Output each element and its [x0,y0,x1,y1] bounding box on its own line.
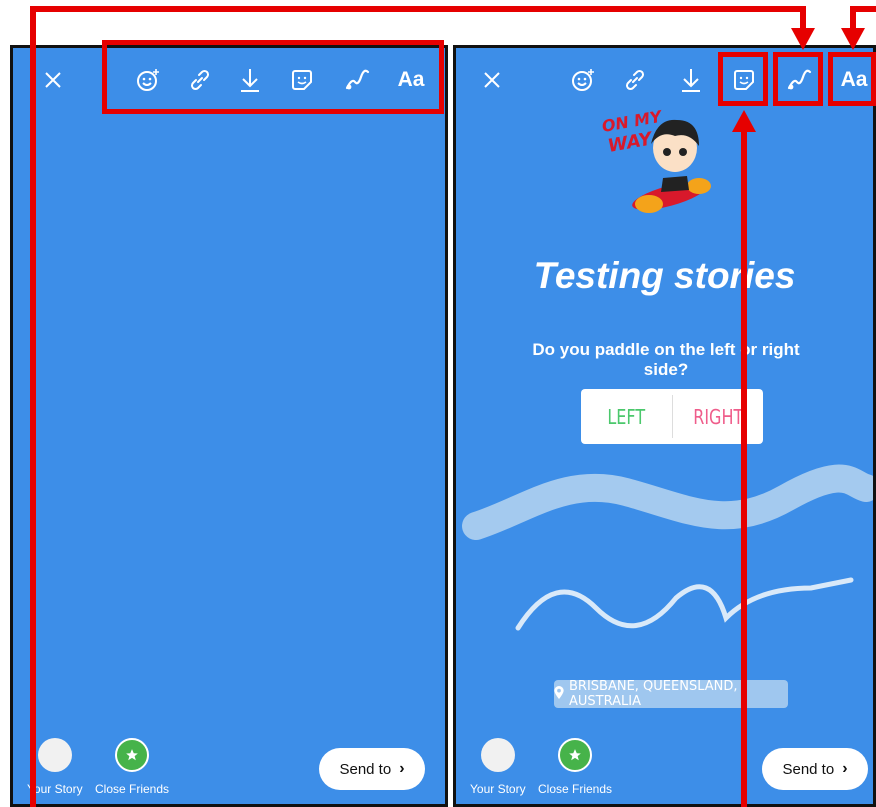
your-story-label: Your Story [470,782,526,796]
link-icon[interactable] [620,68,650,92]
annotation-line [741,130,747,807]
star-icon [558,738,593,772]
chevron-right-icon: › [399,760,405,777]
location-label: BRISBANE, QUEENSLAND, AUSTRALIA [569,679,738,709]
story-editor-empty: Aa Your Story Close Friends Send to › [10,45,448,807]
annotation-line [30,6,36,807]
close-icon[interactable] [480,68,504,92]
on-my-way-sticker[interactable]: ON MY WAY [591,106,721,226]
star-icon [115,738,150,772]
highlight-left-toolbar [102,40,444,114]
highlight-sticker-tool [718,52,768,106]
avatar [37,738,72,772]
close-friends-button[interactable]: Close Friends [538,736,612,796]
story-title-text[interactable]: Testing stories [456,255,873,297]
close-icon[interactable] [41,68,65,92]
location-sticker[interactable]: BRISBANE, QUEENSLAND, AUSTRALIA [554,679,788,709]
send-to-button[interactable]: Send to › [319,748,425,790]
arrow-up-sticker-tool-icon [732,110,756,132]
avatar [480,738,515,772]
close-friends-button[interactable]: Close Friends [95,736,169,796]
send-to-label: Send to [339,760,392,778]
location-pin-icon [554,685,564,703]
download-icon[interactable] [676,68,706,92]
close-friends-label: Close Friends [538,782,613,796]
face-effects-icon[interactable] [568,68,598,92]
arrow-down-text-tool-icon [841,28,865,50]
arrow-down-draw-tool-icon [791,28,815,50]
poll-divider [671,395,673,438]
highlight-draw-tool [773,52,823,106]
your-story-button[interactable]: Your Story [470,738,526,796]
drawing-strokes [462,464,873,631]
send-to-button[interactable]: Send to › [762,748,868,790]
annotation-line [30,6,806,12]
story-editor-with-stickers: Aa ON MY WAY Testing stories Do you padd… [453,45,876,807]
close-friends-label: Close Friends [95,782,170,796]
chevron-right-icon: › [842,760,848,777]
poll-question: Do you paddle on the left or right side? [532,340,800,379]
highlight-text-tool [828,52,876,106]
send-to-label: Send to [782,760,835,778]
poll-sticker[interactable]: LEFT RIGHT [581,389,763,444]
poll-option-left[interactable]: LEFT [590,389,662,444]
